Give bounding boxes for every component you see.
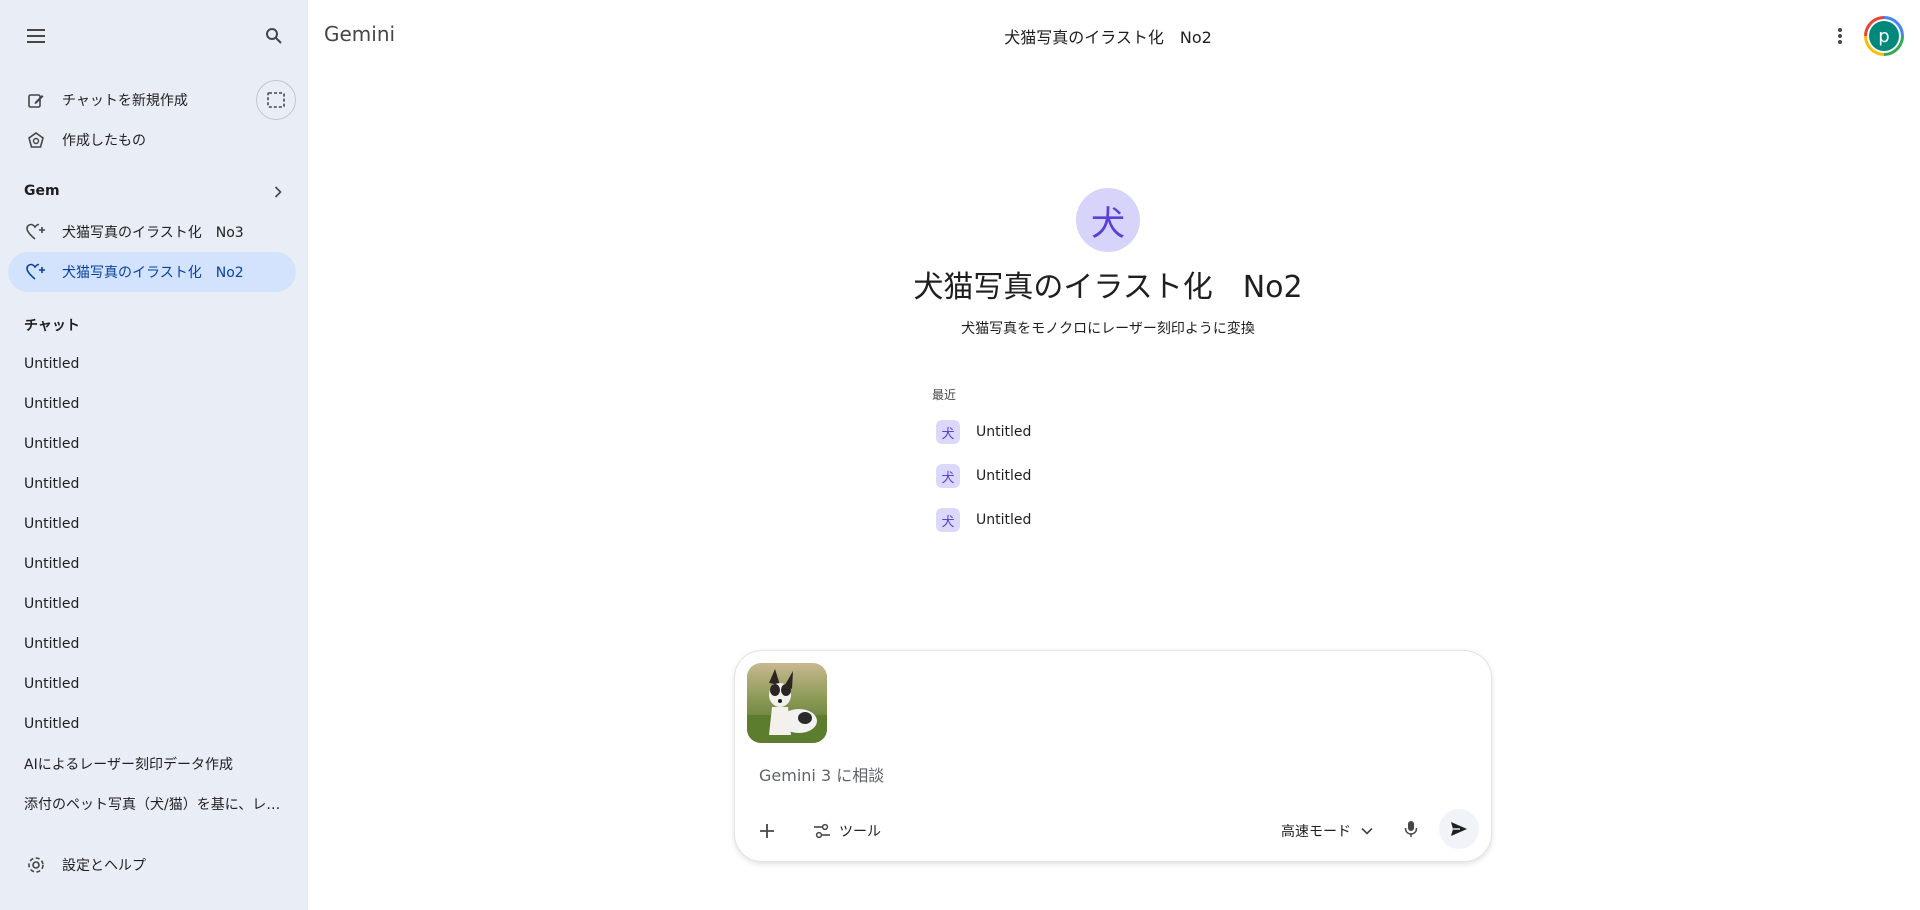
gem-heart-icon xyxy=(16,212,56,252)
send-icon xyxy=(1451,822,1467,836)
gem-mini-icon: 犬 xyxy=(936,464,960,488)
gem-section-header[interactable]: Gem xyxy=(24,183,60,199)
avatar-ring: p xyxy=(1867,19,1901,53)
mode-selector[interactable]: 高速モード xyxy=(1269,813,1385,849)
menu-icon xyxy=(27,29,45,43)
sidebar-gem-no3[interactable]: 犬猫写真のイラスト化 No3 xyxy=(8,212,296,252)
mode-label: 高速モード xyxy=(1281,824,1351,840)
send-button[interactable] xyxy=(1439,809,1479,849)
gem-mini-icon: 犬 xyxy=(936,420,960,444)
sidebar-chat-item[interactable]: Untitled xyxy=(8,704,296,744)
chat-item-label: Untitled xyxy=(24,716,80,732)
brand-title[interactable]: Gemini xyxy=(324,22,395,46)
created-items-label: 作成したもの xyxy=(62,133,146,149)
temporary-chat-button[interactable] xyxy=(256,80,296,120)
gem-heart-icon xyxy=(16,252,56,292)
recent-item[interactable]: 犬 Untitled xyxy=(924,500,1244,540)
sidebar-gem-no2[interactable]: 犬猫写真のイラスト化 No2 xyxy=(8,252,296,292)
gem-expand-button[interactable] xyxy=(258,172,298,212)
chat-item-label: Untitled xyxy=(24,356,80,372)
prompt-input[interactable] xyxy=(759,761,1459,789)
tune-icon xyxy=(814,823,830,839)
sidebar-chat-item[interactable]: Untitled xyxy=(8,504,296,544)
prompt-composer: ツール 高速モード xyxy=(734,650,1492,862)
recent-label: 最近 xyxy=(932,388,957,402)
gem-header-label: Gem xyxy=(24,183,60,199)
sidebar-chat-item[interactable]: Untitled xyxy=(8,584,296,624)
chat-item-label: 添付のペット写真（犬/猫）を基に、レーザー刻印用... xyxy=(24,797,286,813)
microphone-button[interactable] xyxy=(1391,809,1431,849)
chat-header-label: チャット xyxy=(24,318,80,334)
gem-description: 犬猫写真をモノクロにレーザー刻印ように変換 xyxy=(961,321,1255,337)
dog-photo-image xyxy=(747,663,827,743)
chat-item-label: Untitled xyxy=(24,516,80,532)
sidebar-chat-item[interactable]: Untitled xyxy=(8,344,296,384)
sidebar-chat-item[interactable]: Untitled xyxy=(8,424,296,464)
gear-icon xyxy=(16,845,56,885)
sidebar-chat-item[interactable]: Untitled xyxy=(8,384,296,424)
sidebar-chat-item[interactable]: Untitled xyxy=(8,664,296,704)
new-chat-button[interactable]: チャットを新規作成 xyxy=(8,80,296,120)
sidebar-chat-item[interactable]: 添付のペット写真（犬/猫）を基に、レーザー刻印用... xyxy=(8,784,296,824)
recent-item[interactable]: 犬 Untitled xyxy=(924,456,1244,496)
chat-section-header: チャット xyxy=(24,315,80,335)
sidebar-chat-item[interactable]: Untitled xyxy=(8,624,296,664)
tools-label: ツール xyxy=(839,824,881,840)
chevron-down-icon xyxy=(1361,827,1373,835)
chat-item-label: Untitled xyxy=(24,476,80,492)
gem-avatar: 犬 xyxy=(1076,188,1140,252)
chat-item-label: AIによるレーザー刻印データ作成 xyxy=(24,757,234,773)
chat-item-label: Untitled xyxy=(24,396,80,412)
more-vert-icon xyxy=(1838,28,1842,44)
add-attachment-button[interactable] xyxy=(747,811,787,851)
chat-item-label: Untitled xyxy=(24,596,80,612)
settings-help-button[interactable]: 設定とヘルプ xyxy=(8,845,296,885)
sidebar-chat-item[interactable]: Untitled xyxy=(8,544,296,584)
recent-item-label: Untitled xyxy=(976,424,1032,440)
edit-icon xyxy=(16,80,56,120)
gem-no2-label: 犬猫写真のイラスト化 No2 xyxy=(62,265,244,281)
settings-help-label: 設定とヘルプ xyxy=(62,858,146,874)
search-button[interactable] xyxy=(254,16,294,56)
gem-mini-icon: 犬 xyxy=(936,508,960,532)
sidebar-chat-item[interactable]: Untitled xyxy=(8,464,296,504)
dashed-square-icon xyxy=(267,92,285,108)
sidebar-chat-item[interactable]: AIによるレーザー刻印データ作成 xyxy=(8,744,296,784)
tools-button[interactable]: ツール xyxy=(801,813,893,849)
more-options-button[interactable] xyxy=(1820,16,1860,56)
account-avatar[interactable]: p xyxy=(1864,16,1904,56)
created-items-button[interactable]: 作成したもの xyxy=(8,120,296,160)
recent-item-label: Untitled xyxy=(976,512,1032,528)
shapes-icon xyxy=(16,120,56,160)
chevron-right-icon xyxy=(274,186,282,198)
chat-item-label: Untitled xyxy=(24,676,80,692)
plus-icon xyxy=(760,824,774,838)
recent-item[interactable]: 犬 Untitled xyxy=(924,412,1244,452)
recent-item-label: Untitled xyxy=(976,468,1032,484)
chat-item-label: Untitled xyxy=(24,556,80,572)
chat-item-label: Untitled xyxy=(24,636,80,652)
search-icon xyxy=(266,28,282,44)
mic-icon xyxy=(1404,821,1418,837)
sidebar: チャットを新規作成 作成したもの Gem 犬猫写真のイラスト化 No3 犬猫写真… xyxy=(0,0,308,910)
menu-button[interactable] xyxy=(16,16,56,56)
attached-image-thumbnail[interactable] xyxy=(747,663,827,743)
new-chat-label: チャットを新規作成 xyxy=(62,93,188,109)
gem-title: 犬猫写真のイラスト化 No2 xyxy=(913,270,1303,305)
avatar-letter: p xyxy=(1869,21,1899,51)
gem-no3-label: 犬猫写真のイラスト化 No3 xyxy=(62,225,244,241)
chat-item-label: Untitled xyxy=(24,436,80,452)
